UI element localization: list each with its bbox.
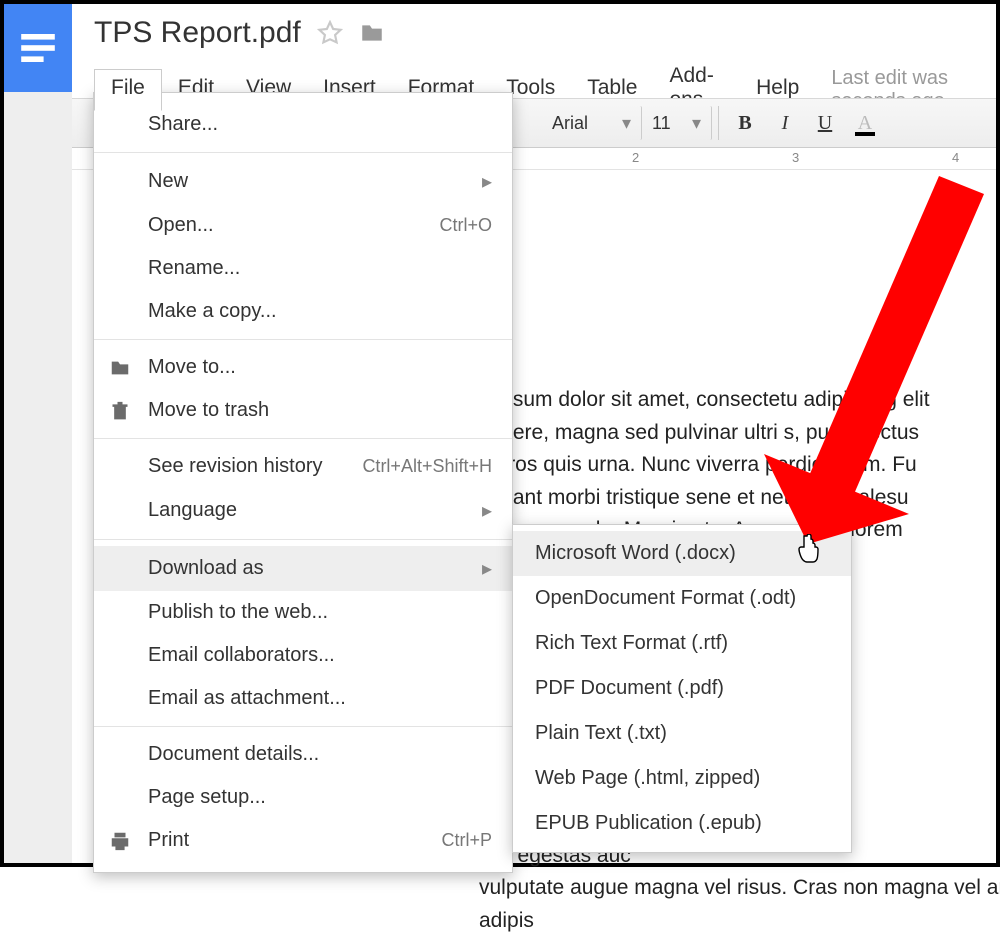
file-email-collaborators[interactable]: Email collaborators... bbox=[94, 634, 512, 677]
caret-down-icon: ▾ bbox=[692, 113, 701, 134]
download-epub[interactable]: EPUB Publication (.epub) bbox=[513, 801, 851, 846]
menu-separator bbox=[94, 152, 512, 153]
file-language[interactable]: Language▸ bbox=[94, 488, 512, 533]
file-revision-history[interactable]: See revision historyCtrl+Alt+Shift+H bbox=[94, 445, 512, 488]
textcolor-button[interactable]: A bbox=[845, 106, 885, 140]
file-download-as[interactable]: Download as▸ bbox=[94, 546, 512, 591]
menu-separator bbox=[94, 339, 512, 340]
download-html[interactable]: Web Page (.html, zipped) bbox=[513, 756, 851, 801]
file-new[interactable]: New▸ bbox=[94, 159, 512, 204]
download-rtf[interactable]: Rich Text Format (.rtf) bbox=[513, 621, 851, 666]
print-icon bbox=[108, 829, 132, 853]
star-icon[interactable] bbox=[317, 20, 343, 46]
file-move-to[interactable]: Move to... bbox=[94, 346, 512, 389]
file-page-setup[interactable]: Page setup... bbox=[94, 776, 512, 819]
download-as-submenu: Microsoft Word (.docx) OpenDocument Form… bbox=[512, 524, 852, 853]
file-menu-dropdown: Share... New▸ Open...Ctrl+O Rename... Ma… bbox=[93, 92, 513, 873]
font-select[interactable]: Arial ▾ bbox=[542, 106, 642, 140]
folder-icon bbox=[108, 356, 132, 380]
file-open[interactable]: Open...Ctrl+O bbox=[94, 204, 512, 247]
left-gutter bbox=[4, 92, 72, 863]
underline-button[interactable]: U bbox=[805, 106, 845, 140]
file-move-trash[interactable]: Move to trash bbox=[94, 389, 512, 432]
file-print[interactable]: PrintCtrl+P bbox=[94, 819, 512, 862]
download-odt[interactable]: OpenDocument Format (.odt) bbox=[513, 576, 851, 621]
download-pdf[interactable]: PDF Document (.pdf) bbox=[513, 666, 851, 711]
fontsize-select[interactable]: 11 ▾ bbox=[642, 106, 712, 140]
caret-down-icon: ▾ bbox=[622, 113, 631, 134]
download-txt[interactable]: Plain Text (.txt) bbox=[513, 711, 851, 756]
file-make-copy[interactable]: Make a copy... bbox=[94, 290, 512, 333]
trash-icon bbox=[108, 399, 132, 423]
menu-separator bbox=[94, 438, 512, 439]
file-email-attachment[interactable]: Email as attachment... bbox=[94, 677, 512, 720]
menu-separator bbox=[94, 726, 512, 727]
chevron-right-icon: ▸ bbox=[482, 556, 492, 581]
fontsize-label: 11 bbox=[652, 113, 671, 134]
chevron-right-icon: ▸ bbox=[482, 169, 492, 194]
menu-separator bbox=[94, 539, 512, 540]
italic-button[interactable]: I bbox=[765, 106, 805, 140]
menu-file[interactable]: File bbox=[94, 69, 162, 111]
docs-app-icon[interactable] bbox=[4, 4, 72, 92]
chevron-right-icon: ▸ bbox=[482, 498, 492, 523]
document-title[interactable]: TPS Report.pdf bbox=[94, 16, 301, 50]
download-docx[interactable]: Microsoft Word (.docx) bbox=[513, 531, 851, 576]
file-publish-web[interactable]: Publish to the web... bbox=[94, 591, 512, 634]
file-rename[interactable]: Rename... bbox=[94, 247, 512, 290]
file-document-details[interactable]: Document details... bbox=[94, 733, 512, 776]
bold-button[interactable]: B bbox=[725, 106, 765, 140]
font-select-label: Arial bbox=[552, 113, 588, 134]
toolbar-separator bbox=[718, 106, 719, 140]
folder-icon[interactable] bbox=[359, 20, 385, 46]
